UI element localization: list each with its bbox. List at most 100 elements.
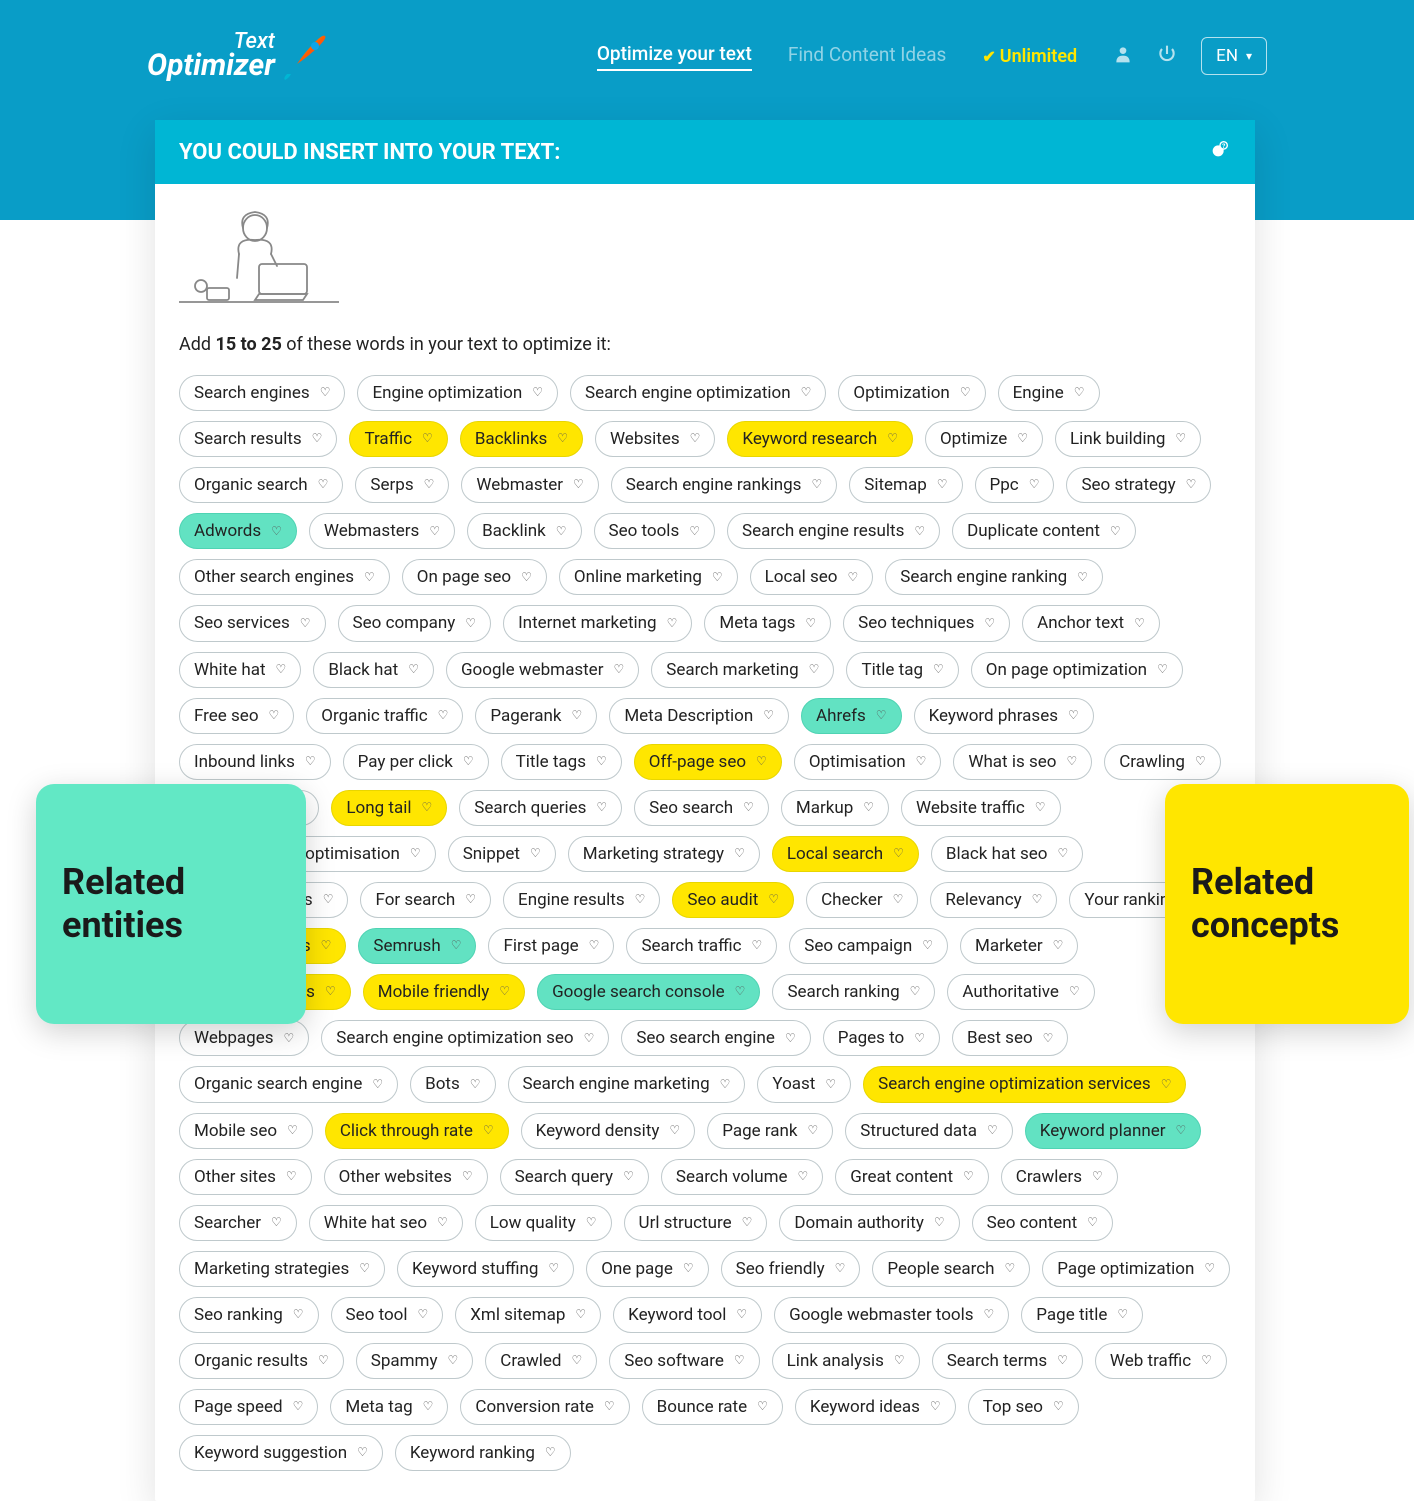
heart-icon[interactable]: ♡ [1201,1353,1212,1369]
keyword-chip[interactable]: Seo company♡ [338,605,492,641]
heart-icon[interactable]: ♡ [1074,385,1085,401]
heart-icon[interactable]: ♡ [916,754,927,770]
heart-icon[interactable]: ♡ [914,524,925,540]
heart-icon[interactable]: ♡ [1053,938,1064,954]
keyword-chip[interactable]: Keyword suggestion♡ [179,1435,383,1471]
heart-icon[interactable]: ♡ [752,938,763,954]
keyword-chip[interactable]: Black hat seo♡ [931,836,1083,872]
heart-icon[interactable]: ♡ [1032,892,1043,908]
keyword-chip[interactable]: First page♡ [488,928,614,964]
keyword-chip[interactable]: Off-page seo♡ [634,744,782,780]
keyword-chip[interactable]: Local search♡ [772,836,919,872]
heart-icon[interactable]: ♡ [669,1123,680,1139]
keyword-chip[interactable]: Google webmaster♡ [446,652,639,688]
keyword-chip[interactable]: Search engine optimization♡ [570,375,826,411]
heart-icon[interactable]: ♡ [887,431,898,447]
keyword-chip[interactable]: Crawling♡ [1104,744,1220,780]
keyword-chip[interactable]: Search engine ranking♡ [885,559,1103,595]
heart-icon[interactable]: ♡ [286,1169,297,1185]
heart-icon[interactable]: ♡ [312,431,323,447]
keyword-chip[interactable]: Page title♡ [1021,1297,1143,1333]
heart-icon[interactable]: ♡ [987,1123,998,1139]
keyword-chip[interactable]: Marketing strategies♡ [179,1251,385,1287]
heart-icon[interactable]: ♡ [863,800,874,816]
heart-icon[interactable]: ♡ [465,616,476,632]
heart-icon[interactable]: ♡ [847,570,858,586]
heart-icon[interactable]: ♡ [914,1031,925,1047]
keyword-chip[interactable]: Organic results♡ [179,1343,344,1379]
keyword-chip[interactable]: Search engine optimization services♡ [863,1066,1186,1102]
heart-icon[interactable]: ♡ [1043,1031,1054,1047]
heart-icon[interactable]: ♡ [418,1307,429,1323]
keyword-chip[interactable]: Optimization♡ [838,375,985,411]
keyword-chip[interactable]: Page speed♡ [179,1389,318,1425]
keyword-chip[interactable]: Search engine marketing♡ [508,1066,746,1102]
heart-icon[interactable]: ♡ [1066,754,1077,770]
heart-icon[interactable]: ♡ [808,1123,819,1139]
heart-icon[interactable]: ♡ [1195,754,1206,770]
heart-icon[interactable]: ♡ [930,1399,941,1415]
heart-icon[interactable]: ♡ [423,1399,434,1415]
keyword-chip[interactable]: Google webmaster tools♡ [774,1297,1009,1333]
heart-icon[interactable]: ♡ [557,431,568,447]
heart-icon[interactable]: ♡ [437,1215,448,1231]
keyword-chip[interactable]: Other websites♡ [324,1159,488,1195]
keyword-chip[interactable]: Seo search♡ [634,790,769,826]
heart-icon[interactable]: ♡ [462,1169,473,1185]
keyword-chip[interactable]: Snippet♡ [448,836,556,872]
heart-icon[interactable]: ♡ [521,570,532,586]
heart-icon[interactable]: ♡ [429,524,440,540]
heart-icon[interactable]: ♡ [586,1215,597,1231]
keyword-chip[interactable]: Seo search engine♡ [621,1020,810,1056]
keyword-chip[interactable]: Seo content♡ [972,1205,1113,1241]
power-icon[interactable] [1157,44,1177,68]
heart-icon[interactable]: ♡ [596,800,607,816]
keyword-chip[interactable]: Searcher♡ [179,1205,297,1241]
keyword-chip[interactable]: Keyword research♡ [727,421,913,457]
keyword-chip[interactable]: Search marketing♡ [651,652,834,688]
keyword-chip[interactable]: Click through rate♡ [325,1113,509,1149]
heart-icon[interactable]: ♡ [934,1215,945,1231]
keyword-chip[interactable]: White hat♡ [179,652,301,688]
heart-icon[interactable]: ♡ [318,1353,329,1369]
keyword-chip[interactable]: Search engine results♡ [727,513,940,549]
keyword-chip[interactable]: Search engines♡ [179,375,345,411]
heart-icon[interactable]: ♡ [359,1261,370,1277]
keyword-chip[interactable]: Webmaster♡ [461,467,598,503]
heart-icon[interactable]: ♡ [532,385,543,401]
keyword-chip[interactable]: Seo services♡ [179,605,326,641]
heart-icon[interactable]: ♡ [596,754,607,770]
heart-icon[interactable]: ♡ [357,1445,368,1461]
keyword-chip[interactable]: What is seo♡ [953,744,1092,780]
keyword-chip[interactable]: Authoritative♡ [947,974,1094,1010]
heart-icon[interactable]: ♡ [963,1169,974,1185]
keyword-chip[interactable]: Serps♡ [355,467,449,503]
heart-icon[interactable]: ♡ [447,1353,458,1369]
heart-icon[interactable]: ♡ [690,431,701,447]
keyword-chip[interactable]: Search traffic♡ [626,928,777,964]
keyword-chip[interactable]: Meta tags♡ [704,605,831,641]
heart-icon[interactable]: ♡ [734,1353,745,1369]
heart-icon[interactable]: ♡ [825,1077,836,1093]
keyword-chip[interactable]: Marketing strategy♡ [568,836,760,872]
heart-icon[interactable]: ♡ [604,1399,615,1415]
heart-icon[interactable]: ♡ [736,1307,747,1323]
keyword-chip[interactable]: Anchor text♡ [1022,605,1160,641]
keyword-chip[interactable]: Seo audit♡ [672,882,794,918]
heart-icon[interactable]: ♡ [323,892,334,908]
keyword-chip[interactable]: Backlinks♡ [460,421,583,457]
heart-icon[interactable]: ♡ [1204,1261,1215,1277]
heart-icon[interactable]: ♡ [933,662,944,678]
keyword-chip[interactable]: Low quality♡ [475,1205,612,1241]
keyword-chip[interactable]: Url structure♡ [624,1205,768,1241]
heart-icon[interactable]: ♡ [984,616,995,632]
keyword-chip[interactable]: Web traffic♡ [1095,1343,1227,1379]
keyword-chip[interactable]: Keyword ideas♡ [795,1389,956,1425]
heart-icon[interactable]: ♡ [683,1261,694,1277]
heart-icon[interactable]: ♡ [1175,431,1186,447]
keyword-chip[interactable]: People search♡ [872,1251,1030,1287]
heart-icon[interactable]: ♡ [735,984,746,1000]
keyword-chip[interactable]: Seo friendly♡ [721,1251,861,1287]
heart-icon[interactable]: ♡ [499,984,510,1000]
keyword-chip[interactable]: Structured data♡ [845,1113,1012,1149]
